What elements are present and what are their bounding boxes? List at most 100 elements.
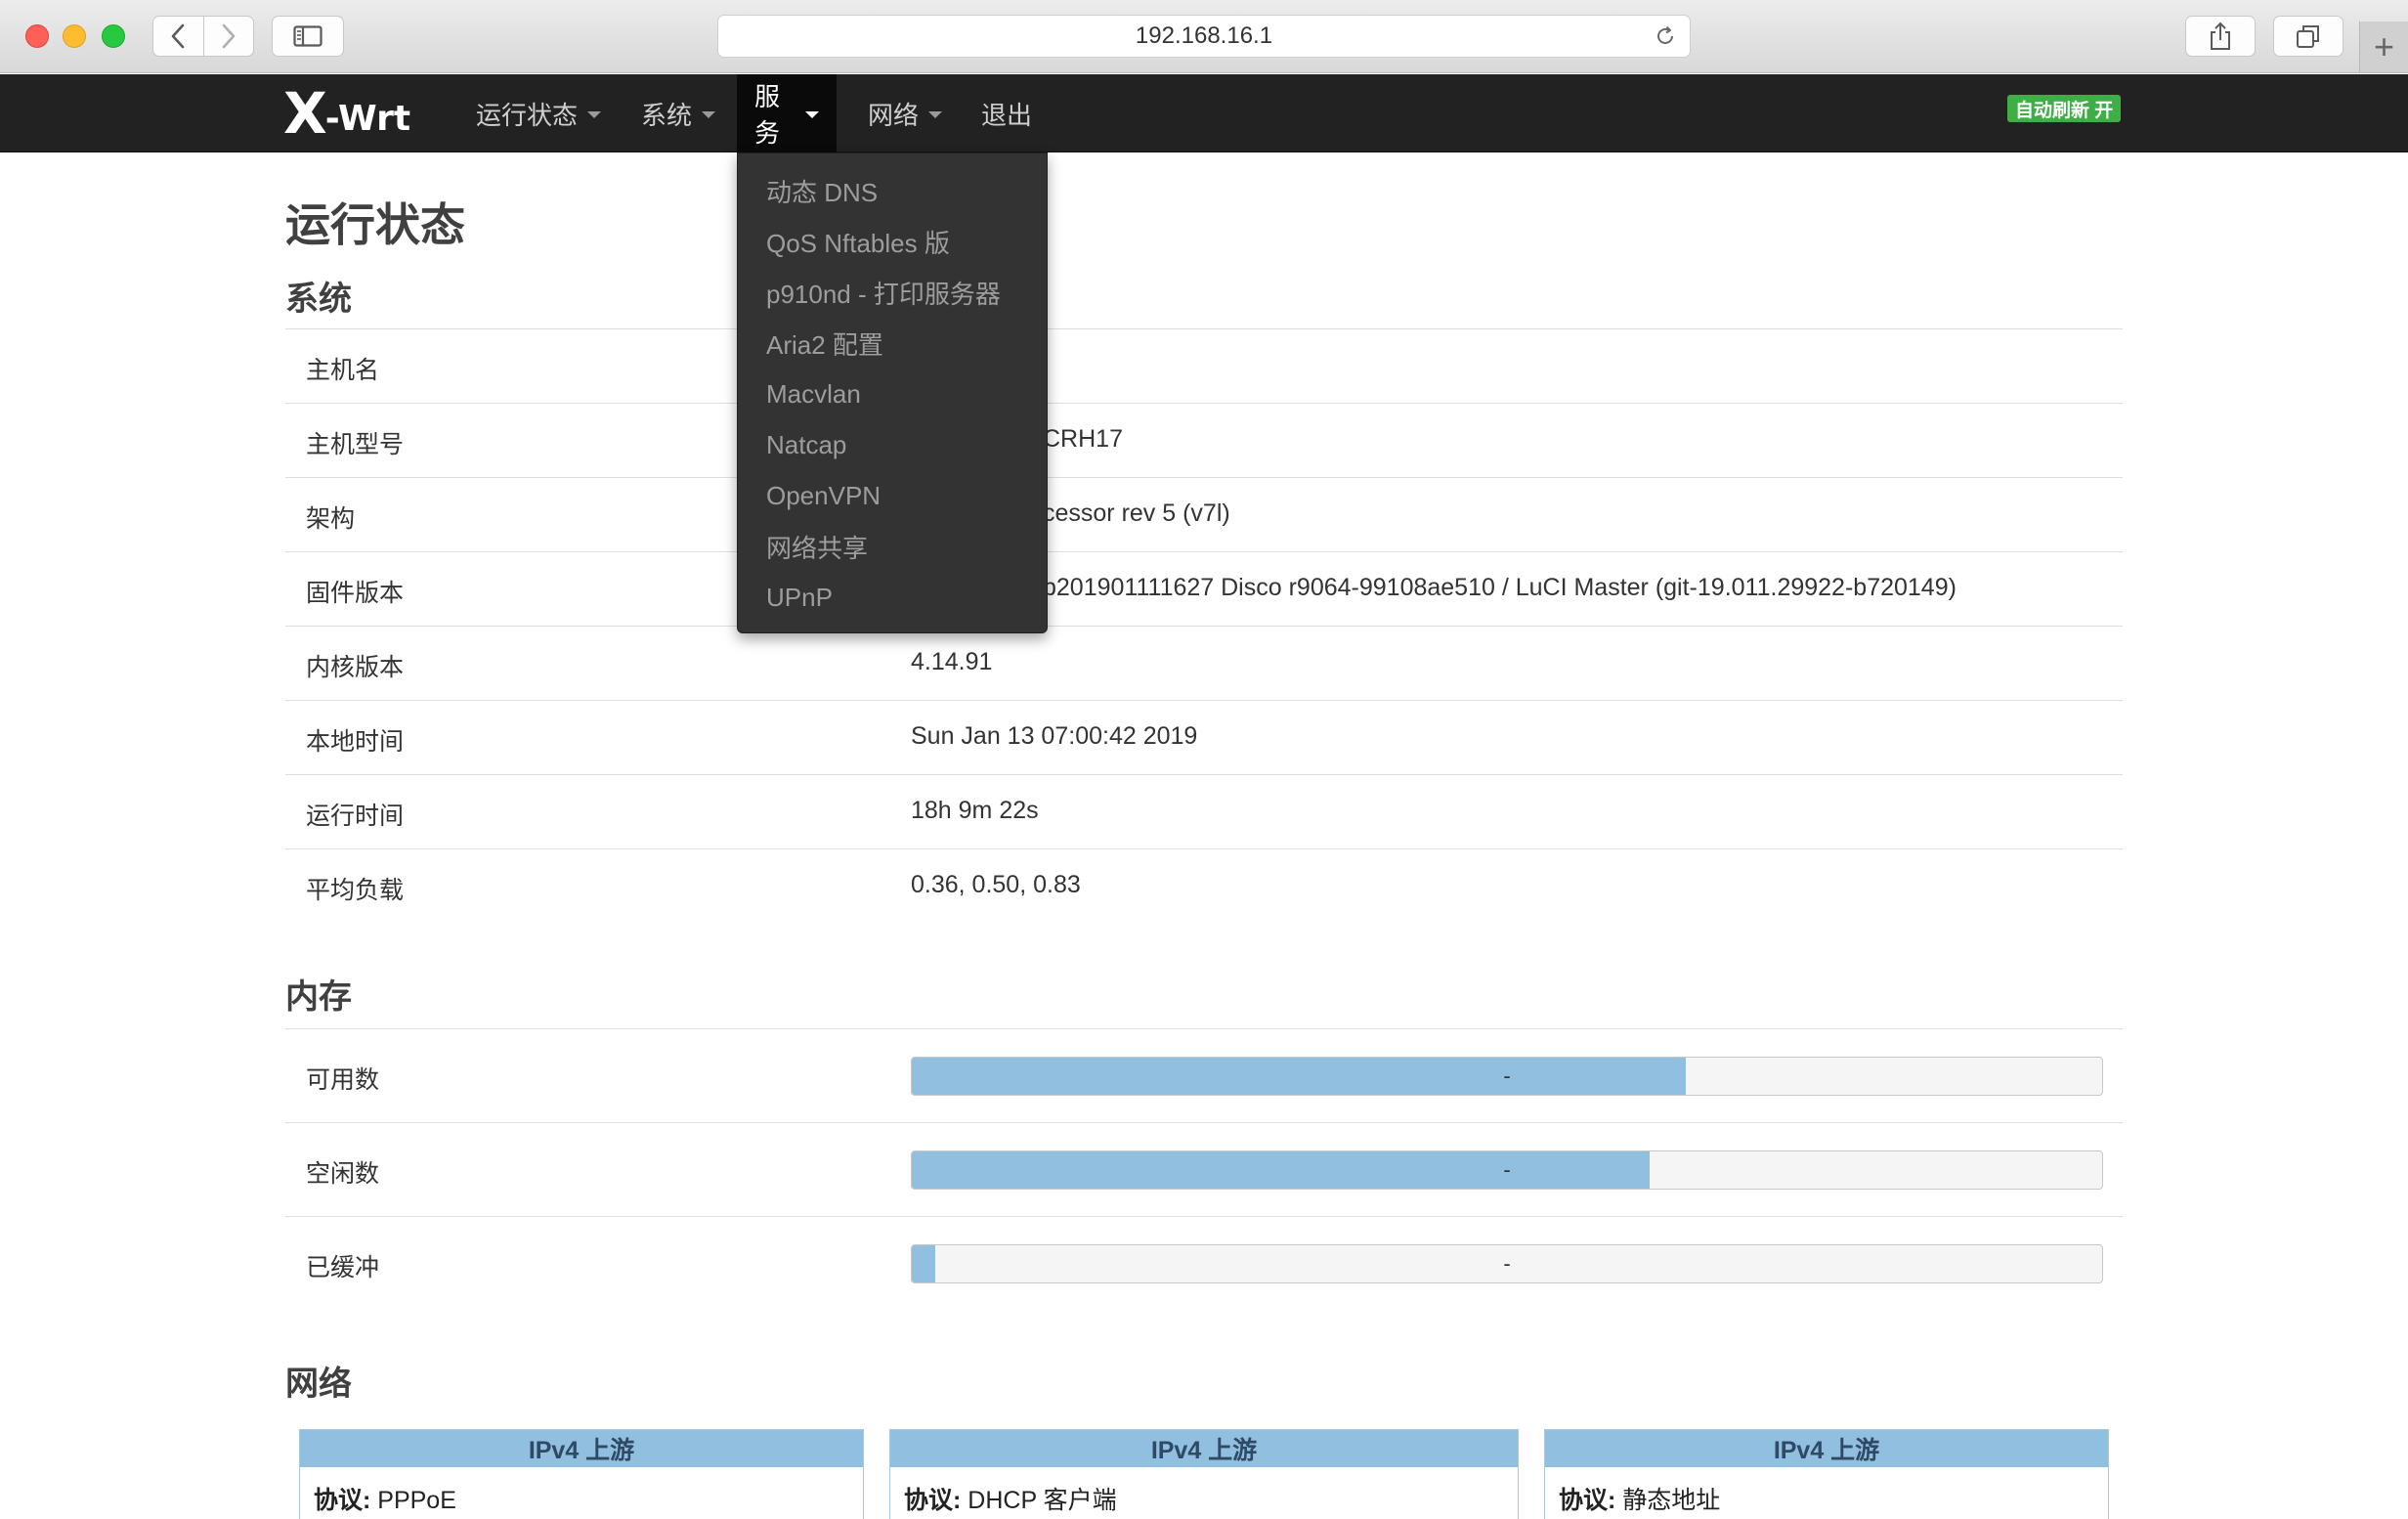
section-heading-system: 系统 bbox=[285, 281, 352, 318]
table-row: 内核版本 4.14.91 bbox=[285, 626, 2123, 700]
page-title: 运行状态 bbox=[285, 199, 465, 250]
section-heading-memory: 内存 bbox=[285, 978, 352, 1016]
section-heading-network: 网络 bbox=[285, 1366, 352, 1403]
sidebar-icon bbox=[293, 25, 322, 47]
network-card: IPv4 上游 协议: DHCP 客户端 bbox=[889, 1429, 1519, 1519]
table-row: 空闲数 - bbox=[285, 1122, 2123, 1216]
card-title: IPv4 上游 bbox=[300, 1430, 863, 1467]
network-card: IPv4 上游 协议: 静态地址 bbox=[1544, 1429, 2109, 1519]
new-tab-button[interactable]: + bbox=[2359, 22, 2408, 72]
protocol-value: DHCP 客户端 bbox=[968, 1487, 1117, 1514]
reload-icon bbox=[1657, 25, 1673, 44]
row-value: Sun Jan 13 07:00:42 2019 bbox=[911, 722, 1198, 750]
progress-text: - bbox=[1503, 1251, 1511, 1276]
menu-logout[interactable]: 退出 bbox=[964, 74, 1050, 152]
table-row: 平均负载 0.36, 0.50, 0.83 bbox=[285, 848, 2123, 923]
brand-logo[interactable]: X -Wrt bbox=[283, 85, 411, 142]
progress-bar: - bbox=[911, 1150, 2103, 1190]
row-label: 内核版本 bbox=[306, 654, 405, 681]
address-bar[interactable]: 192.168.16.1 bbox=[717, 15, 1691, 58]
table-row: 主机名 bbox=[285, 328, 2123, 403]
top-navbar: X -Wrt 运行状态 系统 服务 网络 退出 自动刷新 开 bbox=[0, 74, 2408, 152]
caret-down-icon bbox=[805, 111, 819, 118]
chevron-right-icon bbox=[222, 23, 236, 49]
menu-logout-label: 退出 bbox=[981, 100, 1033, 130]
menu-network-label: 网络 bbox=[868, 100, 920, 130]
url-text: 192.168.16.1 bbox=[1135, 22, 1273, 49]
share-icon bbox=[2211, 22, 2230, 50]
progress-text: - bbox=[1503, 1157, 1511, 1182]
row-value: 18h 9m 22s bbox=[911, 797, 1039, 824]
menu-system[interactable]: 系统 bbox=[624, 74, 733, 152]
table-row: 固件版本 b201901111627 Disco r9064-99108ae51… bbox=[285, 551, 2123, 626]
card-protocol-line: 协议: PPPoE bbox=[314, 1481, 456, 1516]
table-row: 架构 cessor rev 5 (v7l) bbox=[285, 477, 2123, 551]
caret-down-icon bbox=[587, 111, 602, 118]
progress-bar: - bbox=[911, 1244, 2103, 1283]
menu-status[interactable]: 运行状态 bbox=[458, 74, 619, 152]
row-label: 主机型号 bbox=[306, 431, 405, 458]
forward-button[interactable] bbox=[202, 17, 254, 56]
row-value: CRH17 bbox=[1043, 425, 1123, 453]
protocol-value: 静态地址 bbox=[1622, 1487, 1721, 1514]
protocol-label: 协议: bbox=[904, 1487, 962, 1514]
dropdown-item-aria2[interactable]: Aria2 配置 bbox=[738, 318, 1047, 369]
dropdown-item-p910nd[interactable]: p910nd - 打印服务器 bbox=[738, 267, 1047, 318]
tabs-overview-icon bbox=[2297, 25, 2319, 48]
dropdown-item-natcap[interactable]: Natcap bbox=[738, 419, 1047, 470]
table-row: 已缓冲 - bbox=[285, 1216, 2123, 1310]
table-row: 运行时间 18h 9m 22s bbox=[285, 774, 2123, 848]
row-label: 主机名 bbox=[306, 357, 380, 384]
card-protocol-line: 协议: 静态地址 bbox=[1559, 1481, 1720, 1516]
brand-logo-wrt: -Wrt bbox=[324, 99, 411, 139]
menu-network[interactable]: 网络 bbox=[850, 74, 960, 152]
history-nav-group bbox=[152, 16, 254, 57]
dropdown-item-upnp[interactable]: UPnP bbox=[738, 572, 1047, 623]
card-protocol-line: 协议: DHCP 客户端 bbox=[904, 1481, 1117, 1516]
row-label: 空闲数 bbox=[306, 1160, 380, 1188]
dropdown-item-ddns[interactable]: 动态 DNS bbox=[738, 165, 1047, 216]
row-label: 已缓冲 bbox=[306, 1254, 380, 1281]
row-value: 0.36, 0.50, 0.83 bbox=[911, 871, 1081, 898]
dropdown-item-macvlan[interactable]: Macvlan bbox=[738, 369, 1047, 419]
progress-bar: - bbox=[911, 1057, 2103, 1096]
dropdown-item-network-share[interactable]: 网络共享 bbox=[738, 521, 1047, 572]
menu-system-label: 系统 bbox=[641, 100, 693, 130]
caret-down-icon bbox=[928, 111, 943, 118]
show-tabs-button[interactable] bbox=[2273, 16, 2344, 57]
plus-icon: + bbox=[2373, 26, 2395, 66]
dropdown-item-qos-nftables[interactable]: QoS Nftables 版 bbox=[738, 216, 1047, 267]
back-button[interactable] bbox=[153, 17, 203, 56]
card-title: IPv4 上游 bbox=[890, 1430, 1518, 1467]
row-label: 本地时间 bbox=[306, 728, 405, 756]
table-row: 主机型号 CRH17 bbox=[285, 403, 2123, 477]
card-title: IPv4 上游 bbox=[1545, 1430, 2108, 1467]
zoom-window-button[interactable] bbox=[102, 24, 125, 48]
minimize-window-button[interactable] bbox=[63, 24, 86, 48]
progress-text: - bbox=[1503, 1063, 1511, 1088]
row-label: 运行时间 bbox=[306, 803, 405, 830]
sidebar-toggle-button[interactable] bbox=[272, 16, 344, 57]
protocol-label: 协议: bbox=[314, 1487, 371, 1514]
row-label: 可用数 bbox=[306, 1066, 380, 1094]
row-value: cessor rev 5 (v7l) bbox=[1043, 499, 1230, 527]
row-label: 固件版本 bbox=[306, 580, 405, 607]
share-button[interactable] bbox=[2185, 16, 2256, 57]
caret-down-icon bbox=[702, 111, 716, 118]
auto-refresh-toggle[interactable]: 自动刷新 开 bbox=[2007, 95, 2122, 122]
row-value: b201901111627 Disco r9064-99108ae510 / L… bbox=[1043, 574, 1956, 601]
services-dropdown: 动态 DNS QoS Nftables 版 p910nd - 打印服务器 Ari… bbox=[737, 152, 1048, 633]
table-row: 可用数 - bbox=[285, 1028, 2123, 1122]
row-label: 平均负载 bbox=[306, 877, 405, 904]
menu-services[interactable]: 服务 bbox=[737, 74, 837, 152]
menu-services-label: 服务 bbox=[754, 82, 781, 148]
protocol-value: PPPoE bbox=[377, 1487, 456, 1514]
close-window-button[interactable] bbox=[25, 24, 49, 48]
chevron-left-icon bbox=[171, 23, 185, 49]
reload-button[interactable] bbox=[1653, 23, 1678, 49]
table-row: 本地时间 Sun Jan 13 07:00:42 2019 bbox=[285, 700, 2123, 774]
dropdown-item-openvpn[interactable]: OpenVPN bbox=[738, 470, 1047, 521]
row-label: 架构 bbox=[306, 505, 356, 533]
browser-titlebar: 192.168.16.1 + bbox=[0, 0, 2408, 73]
protocol-label: 协议: bbox=[1559, 1487, 1616, 1514]
